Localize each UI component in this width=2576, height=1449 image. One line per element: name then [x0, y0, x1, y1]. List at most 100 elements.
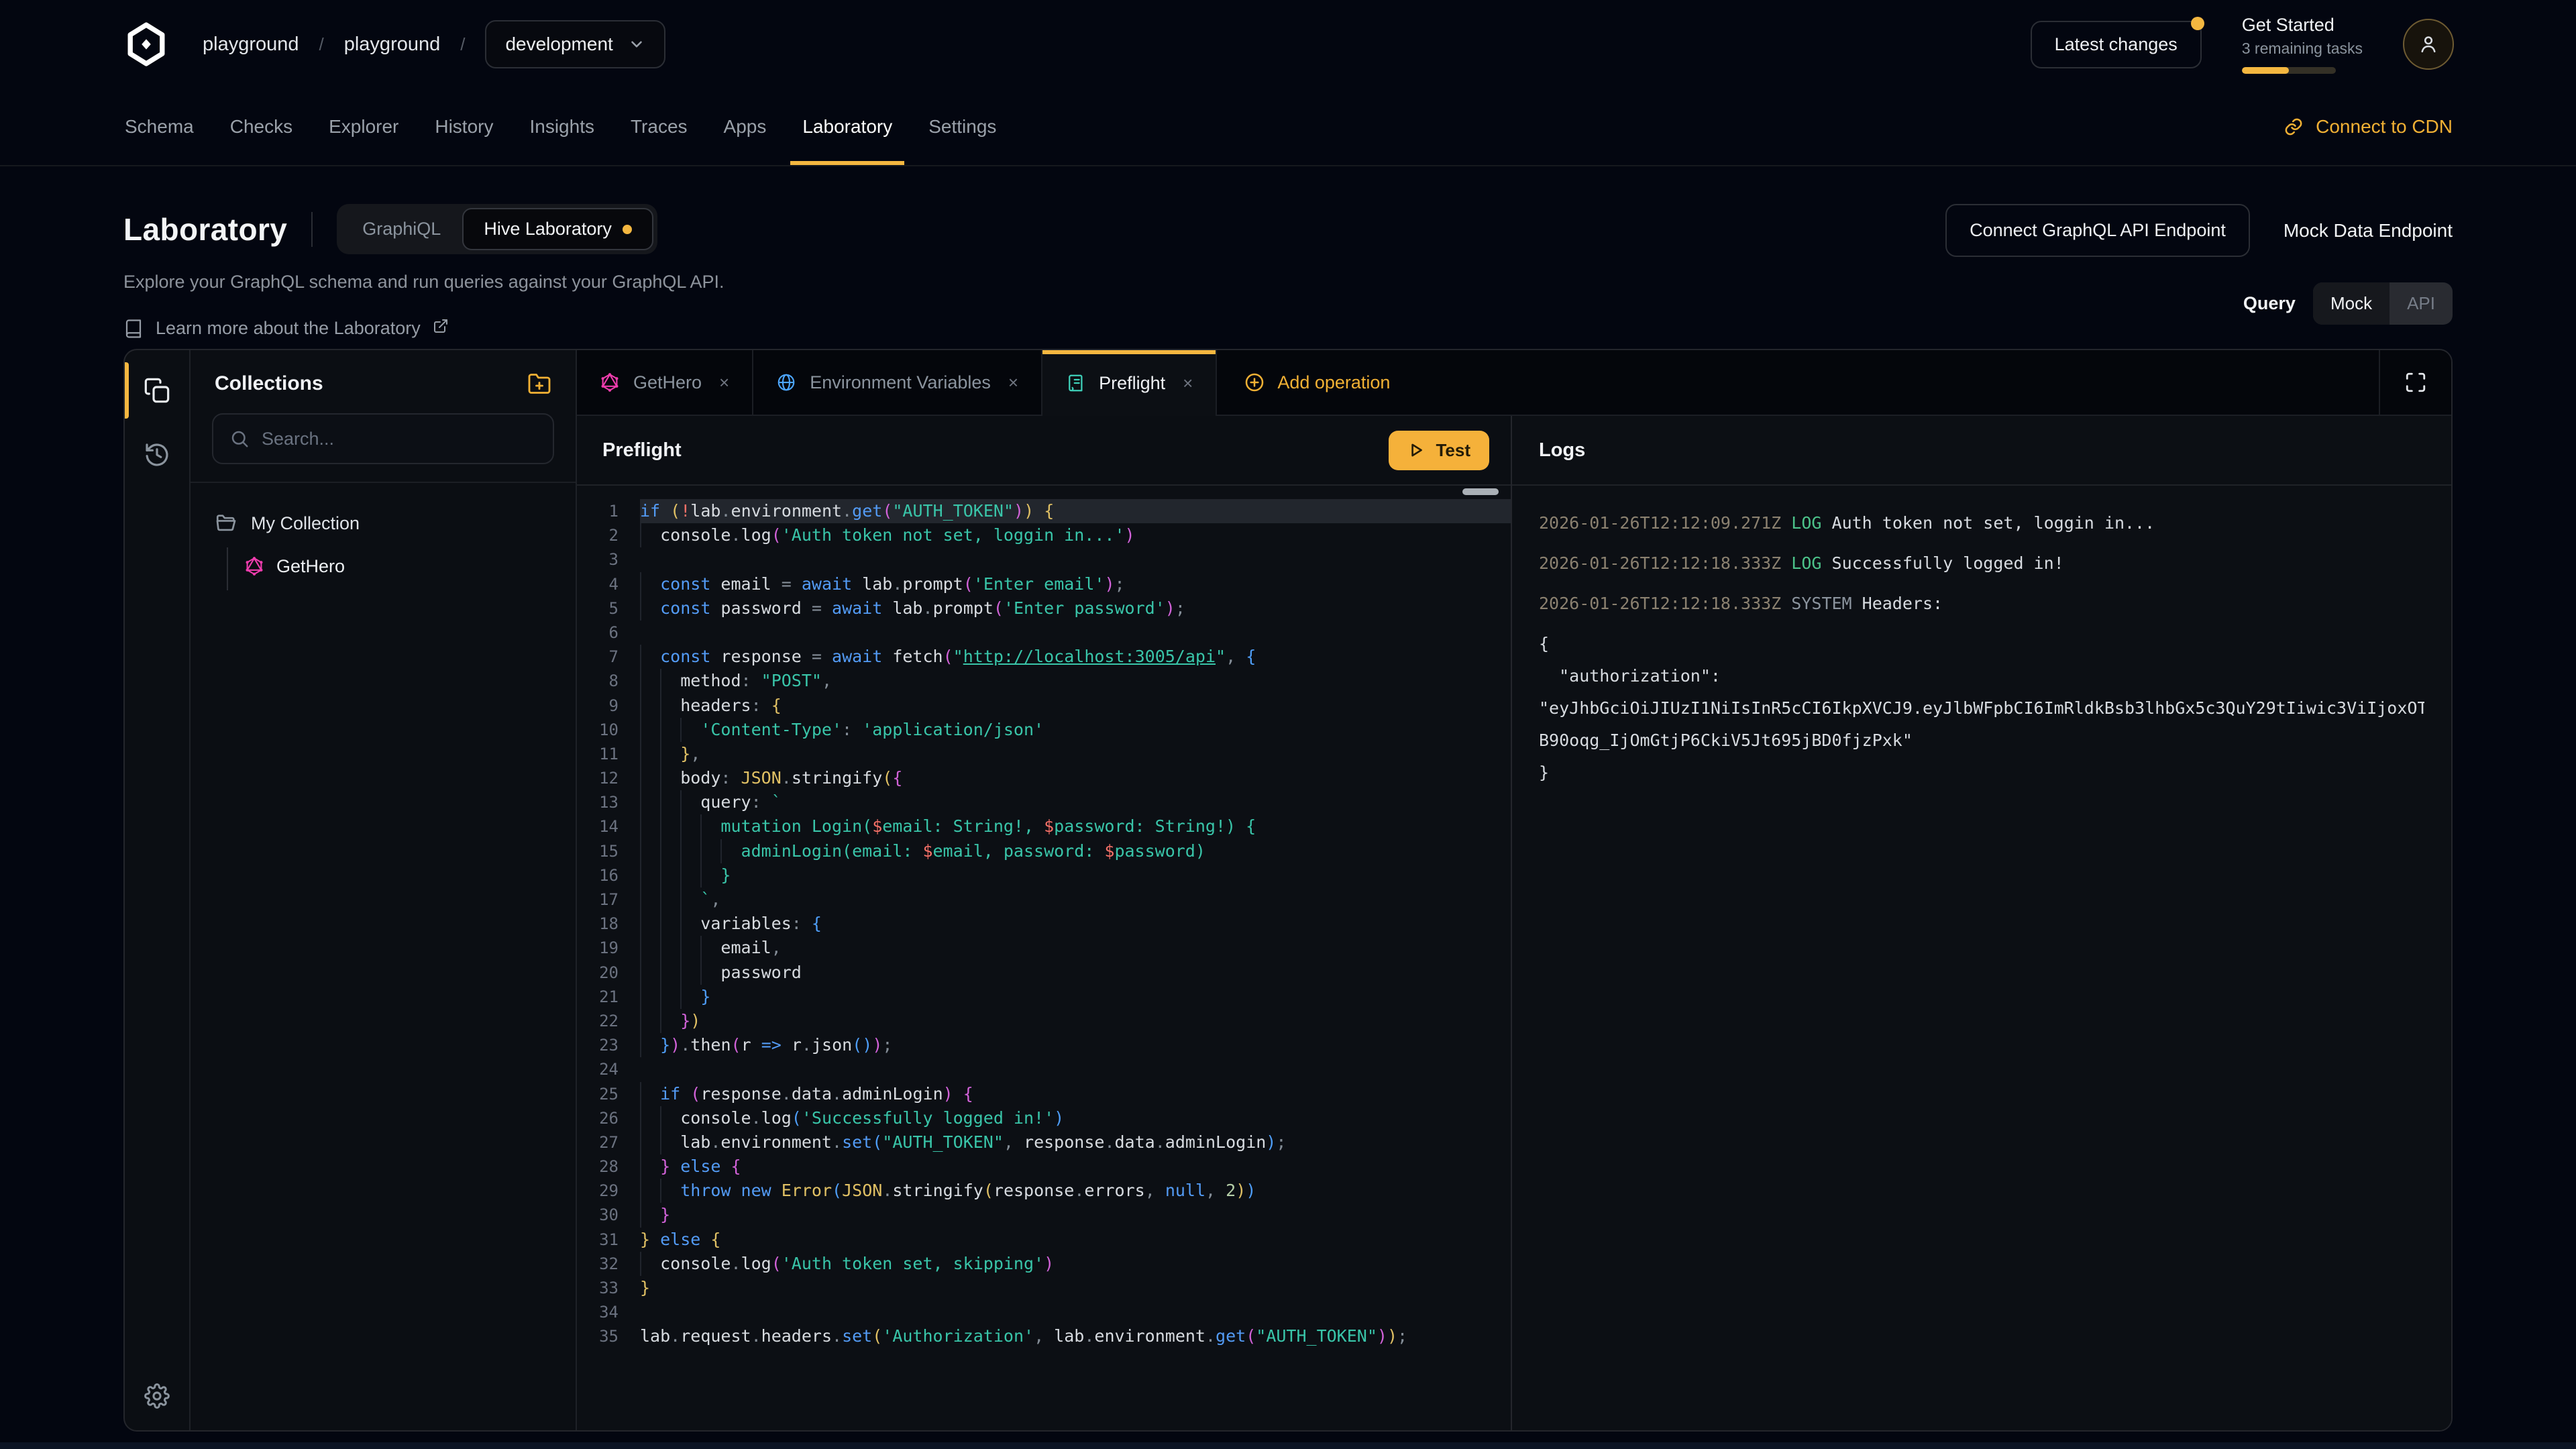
code-line[interactable]: 2 console.log('Auth token not set, loggi…	[577, 523, 1511, 547]
line-number: 23	[577, 1033, 640, 1057]
line-number: 9	[577, 694, 640, 718]
tab-preflight[interactable]: Preflight ×	[1042, 350, 1217, 416]
code-line[interactable]: 13 query: `	[577, 790, 1511, 814]
log-entry: 2026-01-26T12:12:18.333Z LOG Successfull…	[1539, 547, 2424, 580]
get-started-widget[interactable]: Get Started 3 remaining tasks	[2242, 15, 2363, 74]
line-number: 27	[577, 1130, 640, 1155]
tab-environment-variables[interactable]: Environment Variables ×	[753, 350, 1042, 415]
code-line[interactable]: 23 }).then(r => r.json());	[577, 1033, 1511, 1057]
code-line[interactable]: 15 adminLogin(email: $email, password: $…	[577, 839, 1511, 863]
code-line[interactable]: 30 }	[577, 1203, 1511, 1227]
line-number: 20	[577, 961, 640, 985]
close-icon[interactable]: ×	[1183, 373, 1193, 394]
logs-output: 2026-01-26T12:12:09.271Z LOG Auth token …	[1512, 486, 2451, 1430]
close-icon[interactable]: ×	[1008, 372, 1018, 393]
nav-tab-schema[interactable]: Schema	[123, 89, 195, 165]
learn-more-label: Learn more about the Laboratory	[156, 318, 421, 339]
code-line[interactable]: 4 const email = await lab.prompt('Enter …	[577, 572, 1511, 596]
code-line[interactable]: 5 const password = await lab.prompt('Ent…	[577, 596, 1511, 621]
nav-tab-laboratory[interactable]: Laboratory	[801, 89, 894, 165]
search-input[interactable]	[262, 429, 537, 449]
close-icon[interactable]: ×	[719, 372, 729, 393]
mock-data-endpoint-label[interactable]: Mock Data Endpoint	[2284, 220, 2453, 241]
nav-tab-checks[interactable]: Checks	[229, 89, 294, 165]
book-icon	[123, 319, 144, 339]
nav-tab-insights[interactable]: Insights	[528, 89, 596, 165]
code-line[interactable]: 32 console.log('Auth token set, skipping…	[577, 1252, 1511, 1276]
nav-tab-explorer[interactable]: Explorer	[327, 89, 400, 165]
breadcrumb-project[interactable]: playground	[344, 34, 441, 56]
folder-plus-icon[interactable]	[527, 372, 551, 396]
line-number: 3	[577, 547, 640, 572]
code-line[interactable]: 7 const response = await fetch("http://l…	[577, 645, 1511, 669]
code-line[interactable]: 31} else {	[577, 1228, 1511, 1252]
code-line[interactable]: 35lab.request.headers.set('Authorization…	[577, 1324, 1511, 1348]
page-title: Laboratory	[123, 211, 287, 248]
code-line[interactable]: 11 },	[577, 742, 1511, 766]
collection-operation-gethero[interactable]: GetHero	[244, 550, 576, 582]
line-number: 17	[577, 888, 640, 912]
code-line[interactable]: 34	[577, 1300, 1511, 1324]
nav-tab-apps[interactable]: Apps	[722, 89, 768, 165]
connect-graphql-endpoint-button[interactable]: Connect GraphQL API Endpoint	[1945, 204, 2250, 257]
code-line[interactable]: 24	[577, 1057, 1511, 1081]
code-line[interactable]: 6	[577, 621, 1511, 645]
code-line[interactable]: 10 'Content-Type': 'application/json'	[577, 718, 1511, 742]
add-operation-button[interactable]: Add operation	[1217, 350, 1417, 415]
code-line[interactable]: 19 email,	[577, 936, 1511, 960]
endpoint-option-mock[interactable]: Mock	[2313, 282, 2390, 325]
editor-scrollbar-thumb[interactable]	[1462, 488, 1499, 495]
search-icon	[229, 429, 250, 449]
code-line[interactable]: 18 variables: {	[577, 912, 1511, 936]
code-line[interactable]: 26 console.log('Successfully logged in!'…	[577, 1106, 1511, 1130]
endpoint-toggle-label: Query	[2243, 293, 2296, 314]
code-editor[interactable]: 1if (!lab.environment.get("AUTH_TOKEN"))…	[577, 486, 1511, 1430]
code-line[interactable]: 20 password	[577, 961, 1511, 985]
code-line[interactable]: 16 }	[577, 863, 1511, 888]
code-line[interactable]: 27 lab.environment.set("AUTH_TOKEN", res…	[577, 1130, 1511, 1155]
test-button[interactable]: Test	[1389, 431, 1489, 470]
mode-option-hive-laboratory[interactable]: Hive Laboratory	[462, 208, 653, 250]
fullscreen-button[interactable]	[2379, 350, 2451, 415]
sidebar-rail	[125, 350, 191, 1430]
code-line[interactable]: 12 body: JSON.stringify({	[577, 766, 1511, 790]
page-header: Laboratory GraphiQL Hive Laboratory Expl…	[0, 166, 2576, 339]
endpoint-option-api[interactable]: API	[2390, 282, 2453, 325]
latest-changes-button[interactable]: Latest changes	[2031, 21, 2202, 68]
code-line[interactable]: 9 headers: {	[577, 694, 1511, 718]
line-number: 16	[577, 863, 640, 888]
breadcrumb-org[interactable]: playground	[203, 34, 299, 56]
code-line[interactable]: 8 method: "POST",	[577, 669, 1511, 693]
user-avatar[interactable]	[2403, 19, 2454, 70]
code-line[interactable]: 33}	[577, 1276, 1511, 1300]
operation-tabbar: GetHero × Environment Variables × Prefli…	[577, 350, 2451, 416]
hive-logo-icon[interactable]	[123, 21, 169, 67]
person-icon	[2417, 33, 2440, 56]
history-icon[interactable]	[144, 441, 170, 468]
fullscreen-icon	[2404, 371, 2427, 394]
laboratory-panel: Collections My Collection	[123, 349, 2453, 1432]
line-number: 2	[577, 523, 640, 547]
code-line[interactable]: 21 }	[577, 985, 1511, 1009]
header-right: Latest changes Get Started 3 remaining t…	[2031, 15, 2454, 74]
code-line[interactable]: 3	[577, 547, 1511, 572]
collections-icon[interactable]	[144, 377, 170, 404]
code-line[interactable]: 1if (!lab.environment.get("AUTH_TOKEN"))…	[577, 499, 1511, 523]
tab-gethero[interactable]: GetHero ×	[577, 350, 753, 415]
gear-icon[interactable]	[144, 1383, 170, 1409]
code-line[interactable]: 28 } else {	[577, 1155, 1511, 1179]
collection-folder[interactable]: My Collection	[215, 507, 576, 539]
nav-tab-history[interactable]: History	[433, 89, 494, 165]
code-line[interactable]: 14 mutation Login($email: String!, $pass…	[577, 814, 1511, 839]
code-line[interactable]: 22 })	[577, 1009, 1511, 1033]
target-selector[interactable]: development	[485, 20, 665, 68]
code-line[interactable]: 29 throw new Error(JSON.stringify(respon…	[577, 1179, 1511, 1203]
code-line[interactable]: 25 if (response.data.adminLogin) {	[577, 1082, 1511, 1106]
nav-tab-settings[interactable]: Settings	[927, 89, 998, 165]
code-line[interactable]: 17 `,	[577, 888, 1511, 912]
mode-option-graphiql[interactable]: GraphiQL	[341, 208, 462, 250]
log-entry-continuation: }	[1539, 757, 2424, 789]
link-icon	[2284, 117, 2304, 137]
nav-tab-traces[interactable]: Traces	[629, 89, 689, 165]
connect-to-cdn-link[interactable]: Connect to CDN	[2284, 116, 2453, 138]
